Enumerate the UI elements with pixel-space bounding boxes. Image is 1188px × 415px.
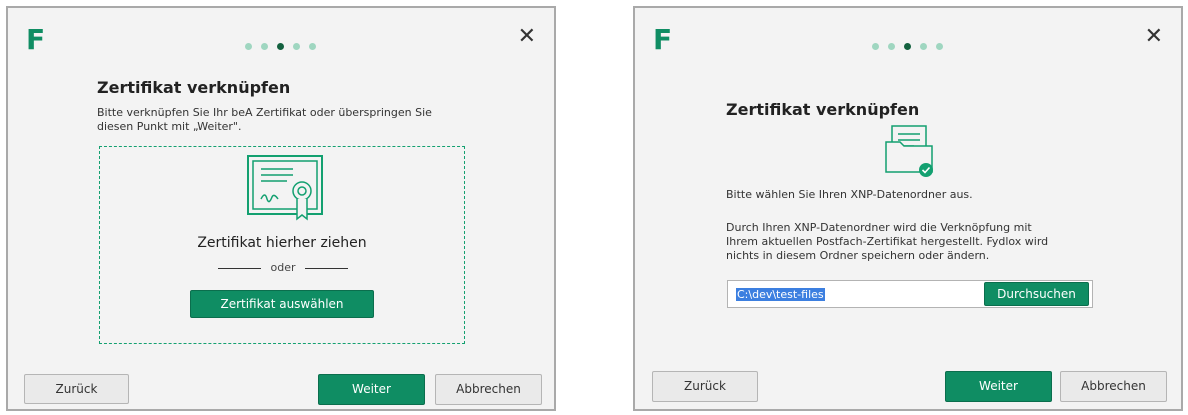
next-label: Weiter (352, 382, 391, 396)
cancel-button[interactable]: Abbrechen (435, 374, 542, 405)
next-label: Weiter (979, 379, 1018, 393)
step-dot (293, 43, 300, 50)
certificate-icon (247, 155, 323, 225)
back-label: Zurück (55, 382, 98, 396)
step-dot-active (904, 43, 911, 50)
or-label: oder (270, 261, 296, 274)
certificate-dialog-drop: F ✕ Zertifikat verknüpfen Bitte verknüpf… (6, 6, 556, 411)
app-logo: F (653, 23, 673, 56)
step-indicator (245, 35, 325, 50)
divider-line (305, 268, 348, 269)
next-button[interactable]: Weiter (318, 374, 425, 405)
select-certificate-label: Zertifikat auswählen (220, 297, 344, 311)
browse-label: Durchsuchen (997, 287, 1076, 301)
close-icon[interactable]: ✕ (1145, 26, 1163, 48)
step-dot (920, 43, 927, 50)
back-button[interactable]: Zurück (652, 371, 758, 402)
drop-hint: Zertifikat hierher ziehen (197, 235, 367, 251)
select-certificate-button[interactable]: Zertifikat auswählen (190, 290, 374, 318)
browse-button[interactable]: Durchsuchen (984, 282, 1089, 306)
app-logo: F (26, 23, 46, 56)
divider-line (218, 268, 261, 269)
folder-path-input[interactable]: C:\dev\test-files Durchsuchen (727, 280, 1093, 308)
dialog-title: Zertifikat verknüpfen (726, 100, 920, 119)
step-dot (888, 43, 895, 50)
back-label: Zurück (684, 379, 726, 393)
cancel-button[interactable]: Abbrechen (1060, 371, 1167, 402)
step-dot-active (277, 43, 284, 50)
cancel-label: Abbrechen (456, 382, 521, 396)
step-dot (245, 43, 252, 50)
dialog-description: Bitte verknüpfen Sie Ihr beA Zertifikat … (97, 106, 432, 133)
folder-check-icon (884, 124, 938, 184)
step-indicator (872, 35, 952, 50)
step-dot (936, 43, 943, 50)
folder-path-value[interactable]: C:\dev\test-files (736, 288, 825, 301)
step-dot (261, 43, 268, 50)
next-button[interactable]: Weiter (945, 371, 1052, 402)
or-divider: oder (218, 261, 348, 275)
dialog-title: Zertifikat verknüpfen (97, 78, 291, 97)
step-dot (872, 43, 879, 50)
cancel-label: Abbrechen (1081, 379, 1146, 393)
step-dot (309, 43, 316, 50)
certificate-dropzone[interactable]: Zertifikat hierher ziehen oder Zertifika… (99, 146, 465, 344)
close-icon[interactable]: ✕ (518, 26, 536, 48)
certificate-dialog-folder: F ✕ Zertifikat verknüpfen Bitte wählen S… (633, 6, 1183, 411)
back-button[interactable]: Zurück (24, 374, 129, 404)
instruction-text: Bitte wählen Sie Ihren XNP-Datenordner a… (726, 188, 973, 201)
explanation-text: Durch Ihren XNP-Datenordner wird die Ver… (726, 221, 1049, 262)
